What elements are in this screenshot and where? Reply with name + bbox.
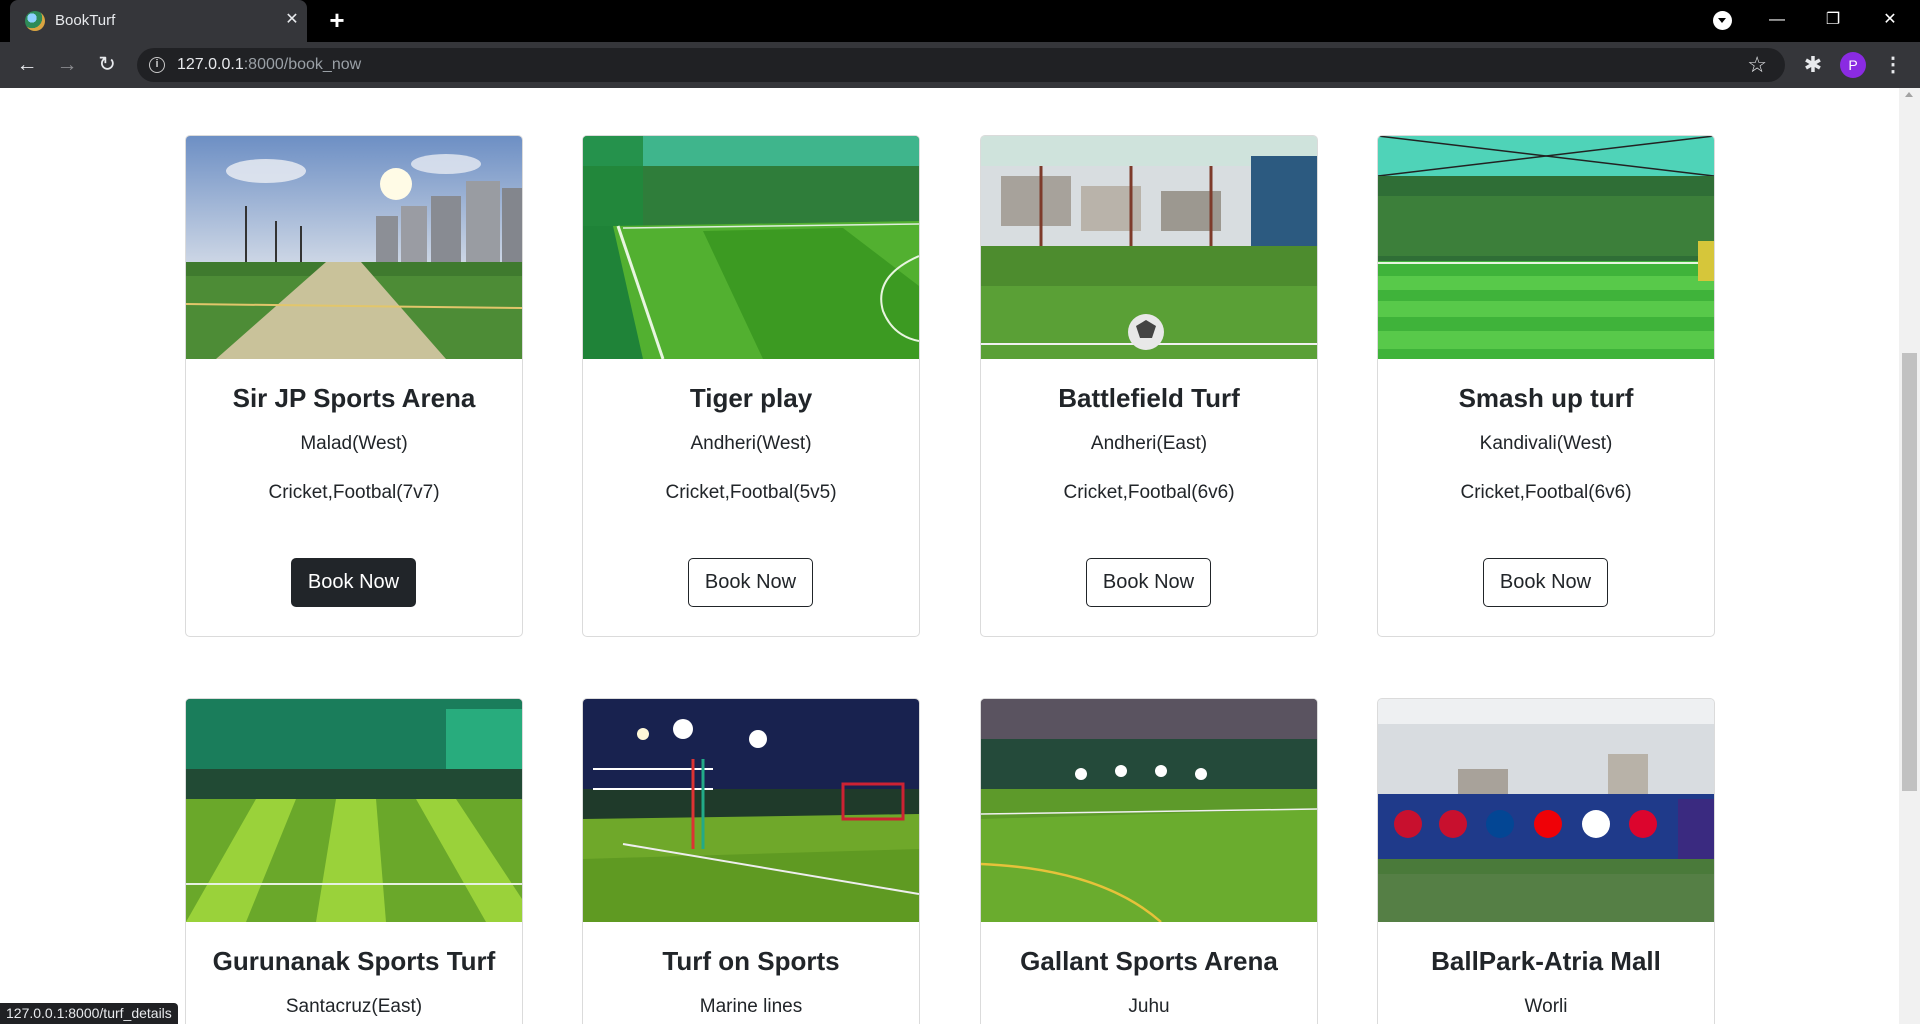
close-window-button[interactable]: ✕ (1870, 6, 1910, 34)
turf-card: Gurunanak Sports Turf Santacruz(East) (185, 698, 523, 1024)
turf-image[interactable] (1378, 699, 1714, 922)
turf-location: Worli (1524, 996, 1568, 1017)
turf-card: Gallant Sports Arena Juhu (980, 698, 1318, 1024)
page-viewport: Sir JP Sports Arena Malad(West) Cricket,… (0, 88, 1899, 1024)
book-now-button[interactable]: Book Now (291, 558, 416, 607)
turf-sports: Cricket,Footbal(7v7) (268, 482, 440, 503)
turf-location: Andheri(West) (690, 433, 812, 454)
forward-icon[interactable]: → (53, 51, 81, 79)
turf-name: Tiger play (689, 383, 813, 413)
browser-toolbar: ← → ↻ i 127.0.0.1:8000/book_now ☆ ✱ P ⋮ (0, 42, 1920, 88)
turf-name: Turf on Sports (662, 946, 840, 976)
tab-strip: BookTurf ✕ + — ❐ ✕ (0, 0, 1920, 42)
turf-card: Tiger play Andheri(West) Cricket,Footbal… (582, 135, 920, 637)
turf-card: Battlefield Turf Andheri(East) Cricket,F… (980, 135, 1318, 637)
turf-card: Sir JP Sports Arena Malad(West) Cricket,… (185, 135, 523, 637)
turf-name: Gallant Sports Arena (1020, 946, 1278, 976)
turf-name: Sir JP Sports Arena (232, 383, 476, 413)
turf-location: Marine lines (699, 996, 803, 1017)
tab-title: BookTurf (55, 12, 116, 29)
turf-name: Smash up turf (1458, 383, 1634, 413)
bookmark-star-icon[interactable]: ☆ (1747, 52, 1767, 78)
scroll-up-arrow-icon[interactable] (1905, 92, 1913, 97)
turf-name: BallPark-Atria Mall (1431, 946, 1661, 976)
minimize-button[interactable]: — (1757, 6, 1797, 34)
url-text[interactable]: 127.0.0.1:8000/book_now (177, 56, 361, 74)
turf-image[interactable] (583, 136, 919, 359)
address-bar[interactable]: i 127.0.0.1:8000/book_now ☆ (137, 48, 1785, 82)
tab-close-icon[interactable]: ✕ (280, 8, 304, 32)
turf-location: Santacruz(East) (285, 996, 423, 1017)
turf-card: Turf on Sports Marine lines (582, 698, 920, 1024)
profile-avatar[interactable]: P (1840, 52, 1866, 78)
new-tab-button[interactable]: + (323, 6, 351, 34)
turf-location: Juhu (1128, 996, 1170, 1017)
turf-image[interactable] (583, 699, 919, 922)
tab-search-icon[interactable] (1713, 11, 1732, 30)
page-scrollbar[interactable] (1899, 88, 1920, 1024)
scrollbar-thumb[interactable] (1902, 353, 1917, 791)
browser-tab[interactable]: BookTurf ✕ (10, 0, 307, 42)
link-status-bubble: 127.0.0.1:8000/turf_details (0, 1003, 178, 1024)
turf-location: Malad(West) (300, 433, 408, 454)
book-now-button[interactable]: Book Now (1483, 558, 1608, 607)
turf-location: Kandivali(West) (1479, 433, 1613, 454)
reload-icon[interactable]: ↻ (93, 51, 121, 79)
turf-image[interactable] (981, 136, 1317, 359)
site-favicon-icon (25, 11, 45, 31)
turf-sports: Cricket,Footbal(6v6) (1063, 482, 1235, 503)
turf-card: Smash up turf Kandivali(West) Cricket,Fo… (1377, 135, 1715, 637)
turf-image[interactable] (1378, 136, 1714, 359)
turf-image[interactable] (186, 136, 522, 359)
turf-location: Andheri(East) (1090, 433, 1208, 454)
restore-button[interactable]: ❐ (1813, 6, 1853, 34)
back-icon[interactable]: ← (13, 51, 41, 79)
turf-image[interactable] (981, 699, 1317, 922)
extensions-puzzle-icon[interactable]: ✱ (1800, 51, 1826, 79)
site-info-icon[interactable]: i (149, 57, 165, 73)
turf-name: Gurunanak Sports Turf (212, 946, 496, 976)
book-now-button[interactable]: Book Now (688, 558, 813, 607)
turf-sports: Cricket,Footbal(5v5) (665, 482, 837, 503)
browser-menu-icon[interactable]: ⋮ (1880, 51, 1906, 79)
turf-name: Battlefield Turf (1058, 383, 1240, 413)
turf-card: BallPark-Atria Mall Worli (1377, 698, 1715, 1024)
turf-sports: Cricket,Footbal(6v6) (1460, 482, 1632, 503)
book-now-button[interactable]: Book Now (1086, 558, 1211, 607)
turf-image[interactable] (186, 699, 522, 922)
